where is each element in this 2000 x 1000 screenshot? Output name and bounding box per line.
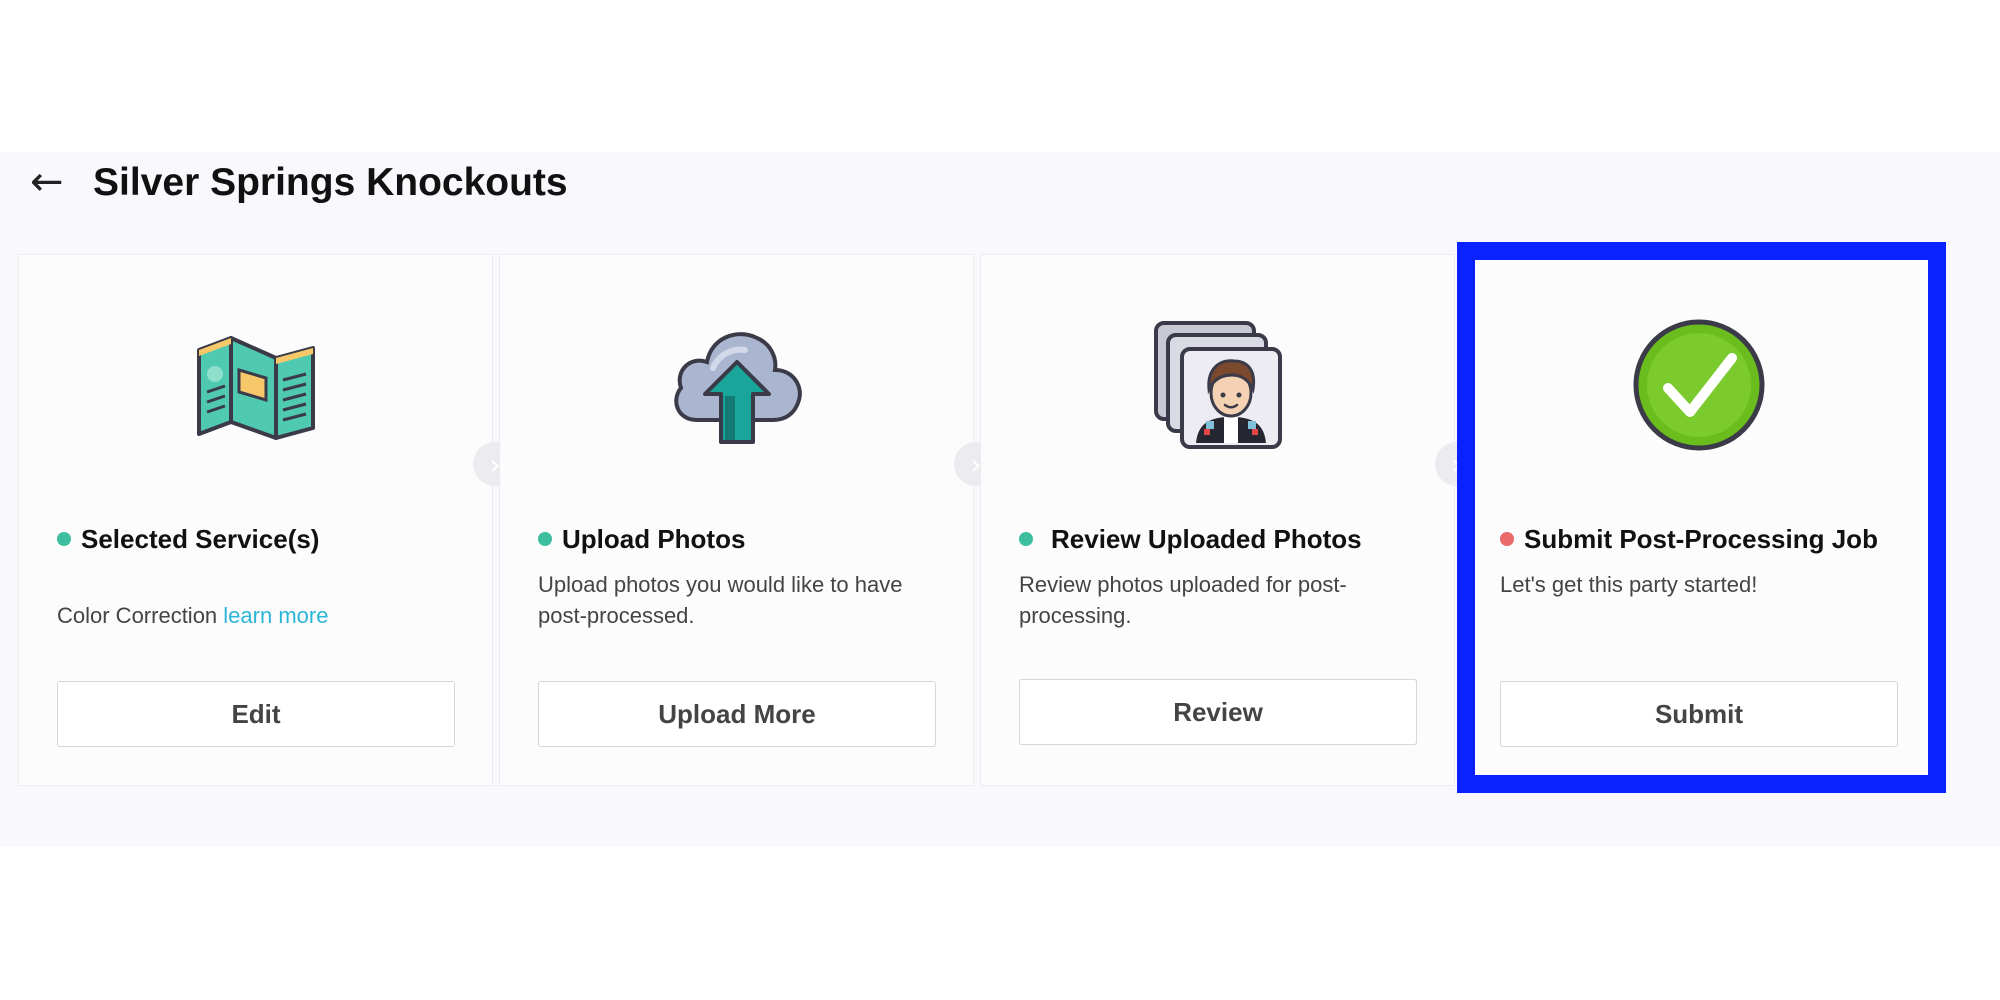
steps-row: Selected Service(s) Color Correction lea… [18,254,1948,786]
step-description: Review photos uploaded for post-processi… [1019,572,1347,628]
step-description: Let's get this party started! [1500,572,1758,597]
step-card-submit-job: Submit Post-Processing Job Let's get thi… [1461,254,1936,786]
step-card-selected-services: Selected Service(s) Color Correction lea… [18,254,493,786]
upload-more-button[interactable]: Upload More [538,681,936,747]
cloud-upload-icon [500,315,973,455]
learn-more-link[interactable]: learn more [223,603,328,628]
step-title: Submit Post-Processing Job [1500,519,1878,559]
photo-stack-icon [981,315,1454,455]
page-title: Silver Springs Knockouts [93,161,568,204]
status-dot [1500,532,1514,546]
back-arrow-icon[interactable]: ← [30,158,72,206]
step-title-text: Selected Service(s) [81,524,320,554]
edit-button[interactable]: Edit [57,681,455,747]
status-dot [1019,532,1033,546]
step-card-upload-photos: Upload Photos Upload photos you would li… [499,254,974,786]
step-title-text: Review Uploaded Photos [1051,524,1362,554]
check-circle-icon [1462,315,1935,455]
status-dot [57,532,71,546]
step-card-review-photos: Review Uploaded Photos Review photos upl… [980,254,1455,786]
step-title-text: Upload Photos [562,524,746,554]
review-button[interactable]: Review [1019,679,1417,745]
step-title: Review Uploaded Photos [1019,519,1362,559]
service-name: Color Correction [57,603,224,628]
status-dot [538,532,552,546]
step-description: Upload photos you would like to have pos… [538,572,903,628]
step-title-text: Submit Post-Processing Job [1524,524,1878,554]
step-title: Selected Service(s) [57,519,319,559]
submit-button[interactable]: Submit [1500,681,1898,747]
brochure-icon [19,315,492,455]
step-description: Color Correction learn more [57,600,467,631]
step-title: Upload Photos [538,519,745,559]
